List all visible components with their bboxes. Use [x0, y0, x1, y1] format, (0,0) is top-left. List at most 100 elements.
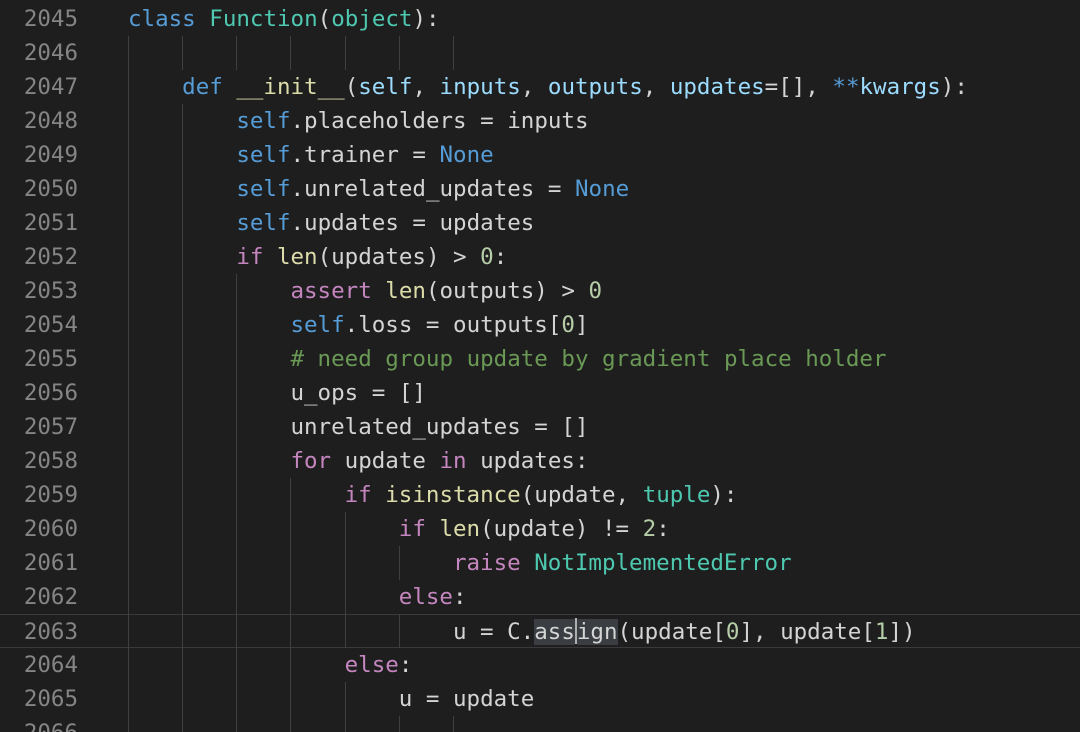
indent-guide	[344, 512, 346, 648]
code-line[interactable]: 2048 self.placeholders = inputs	[0, 104, 1080, 138]
code-token: assert	[290, 278, 372, 304]
code-token: len	[385, 278, 426, 304]
code-token: (outputs) >	[425, 278, 589, 304]
code-token: :	[452, 584, 467, 610]
code-text: self.trainer = None	[236, 138, 493, 172]
indent-guide	[398, 36, 400, 70]
code-token: u = C.	[452, 619, 535, 645]
indent-guide	[452, 36, 454, 70]
code-token: ,	[520, 74, 548, 100]
line-number: 2048	[23, 108, 78, 134]
code-token: outputs	[547, 74, 643, 100]
line-number: 2063	[23, 619, 78, 645]
code-token: update	[331, 448, 440, 474]
code-token: self	[236, 108, 291, 134]
indent-guide	[398, 546, 400, 580]
code-text: else:	[399, 580, 467, 614]
line-number: 2059	[23, 482, 78, 508]
indent-guide	[398, 716, 400, 732]
code-token: :	[656, 516, 670, 542]
code-line[interactable]: 2047 def __init__(self, inputs, outputs, …	[0, 70, 1080, 104]
code-token: ):	[412, 6, 440, 32]
code-token: ,	[642, 74, 670, 100]
code-token: class	[128, 6, 196, 32]
code-token: __init__	[236, 74, 345, 100]
code-line[interactable]: 2065 u = update	[0, 682, 1080, 716]
code-line[interactable]: 2049 self.trainer = None	[0, 138, 1080, 172]
indent-guide	[344, 682, 346, 732]
code-line[interactable]: 2060 if len(update) != 2:	[0, 512, 1080, 546]
current-code-line[interactable]: 2063 u = C.assign(update[0], update[1])	[0, 614, 1080, 648]
code-line[interactable]: 2061 raise NotImplementedError	[0, 546, 1080, 580]
code-token: in	[439, 448, 467, 474]
line-number: 2057	[23, 414, 78, 440]
indent-guide	[398, 614, 400, 648]
code-token: self	[236, 210, 291, 236]
code-line[interactable]: 2064 else:	[0, 648, 1080, 682]
line-number: 2055	[23, 346, 78, 372]
line-number: 2045	[23, 6, 78, 32]
line-number: 2050	[23, 176, 78, 202]
code-token: if	[236, 244, 264, 270]
code-token: u = update	[398, 686, 535, 712]
code-token: =[],	[764, 74, 833, 100]
code-line[interactable]: 2051 self.updates = updates	[0, 206, 1080, 240]
code-line[interactable]: 2055 # need group update by gradient plac…	[0, 342, 1080, 376]
code-line[interactable]: 2066	[0, 716, 1080, 732]
indent-guide	[128, 36, 129, 732]
code-token: :	[493, 244, 508, 270]
code-text: self.placeholders = inputs	[236, 104, 588, 138]
code-token: if	[398, 516, 426, 542]
code-editor[interactable]: 2045 class Function(object): 2046 2047 def _…	[0, 0, 1080, 732]
line-number: 2062	[23, 584, 78, 610]
code-text: self.loss = outputs[0]	[290, 308, 588, 342]
code-token: self	[236, 142, 291, 168]
code-token: 2	[642, 516, 657, 542]
code-text: if len(update) != 2:	[399, 512, 670, 546]
code-text: assert len(outputs) > 0	[290, 274, 602, 308]
code-token: ign	[576, 619, 618, 645]
code-token: ,	[412, 74, 440, 100]
code-token: .updates = updates	[290, 210, 535, 236]
code-line[interactable]: 2046	[0, 36, 1080, 70]
code-token: updates	[669, 74, 765, 100]
code-line[interactable]: 2056 u_ops = []	[0, 376, 1080, 410]
code-line[interactable]: 2050 self.unrelated_updates = None	[0, 172, 1080, 206]
code-token: Function	[209, 6, 318, 32]
code-line[interactable]: 2053 assert len(outputs) > 0	[0, 274, 1080, 308]
code-line[interactable]: 2057 unrelated_updates = []	[0, 410, 1080, 444]
code-token: for	[290, 448, 332, 474]
code-token: 0	[588, 278, 603, 304]
indent-guide	[182, 104, 184, 732]
code-line[interactable]: 2054 self.loss = outputs[0]	[0, 308, 1080, 342]
code-token: unrelated_updates = []	[290, 414, 589, 440]
code-line[interactable]: 2059 if isinstance(update, tuple):	[0, 478, 1080, 512]
line-number: 2066	[0, 716, 78, 732]
code-token: def	[182, 74, 223, 100]
code-token: len	[439, 516, 481, 542]
code-token: 0	[725, 619, 740, 645]
code-text: if len(updates) > 0:	[236, 240, 507, 274]
code-token: ass	[534, 619, 575, 645]
code-line[interactable]: 2052 if len(updates) > 0:	[0, 240, 1080, 274]
line-number: 2061	[23, 550, 78, 576]
indent-guide	[344, 36, 346, 70]
code-token: ], update[	[739, 619, 875, 645]
code-token: (update) !=	[480, 516, 643, 542]
code-text: raise NotImplementedError	[453, 546, 792, 580]
code-token: (	[344, 74, 359, 100]
code-token: (updates) >	[317, 244, 481, 270]
code-line[interactable]: 2058 for update in updates:	[0, 444, 1080, 478]
code-token: .unrelated_updates =	[290, 176, 575, 202]
code-line[interactable]: 2045 class Function(object):	[0, 2, 1080, 36]
code-token: (update[	[617, 619, 726, 645]
line-number: 2046	[23, 40, 78, 66]
indent-guide	[290, 36, 292, 70]
code-token: None	[439, 142, 494, 168]
code-line[interactable]: 2062 else:	[0, 580, 1080, 614]
code-text: for update in updates:	[290, 444, 588, 478]
